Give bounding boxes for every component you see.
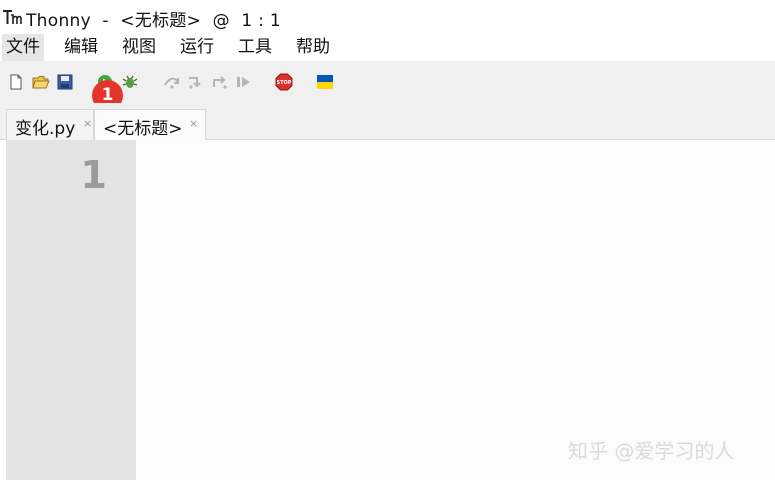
stop-icon-label: STOP	[277, 80, 292, 86]
stop-icon[interactable]: STOP	[275, 73, 293, 91]
menu-bar: 文件 编辑 视图 运行 工具 帮助	[0, 34, 775, 61]
step-over-icon[interactable]	[163, 74, 181, 92]
resume-icon[interactable]	[235, 74, 253, 92]
ukraine-flag-icon[interactable]	[317, 74, 335, 92]
menu-edit[interactable]: 编辑	[60, 34, 102, 61]
title-bar: Thonny - <无标题> @ 1 : 1	[0, 0, 775, 34]
menu-tools[interactable]: 工具	[234, 34, 276, 61]
line-number-gutter: 1	[6, 140, 136, 480]
menu-help[interactable]: 帮助	[292, 34, 334, 61]
close-icon[interactable]: ×	[83, 117, 92, 130]
code-editor[interactable]	[136, 140, 775, 480]
tab-untitled[interactable]: <无标题> ×	[94, 109, 206, 140]
line-number: 1	[80, 153, 107, 197]
menu-run[interactable]: 运行	[176, 34, 218, 61]
menu-file[interactable]: 文件	[2, 34, 44, 61]
window-title: Thonny - <无标题> @ 1 : 1	[26, 11, 281, 31]
open-folder-icon[interactable]	[32, 74, 50, 92]
thonny-logo-icon	[2, 9, 22, 29]
debug-icon[interactable]	[121, 74, 139, 92]
tab-file-label: 变化.py	[15, 119, 76, 139]
close-icon[interactable]: ×	[189, 117, 198, 130]
step-into-icon[interactable]	[187, 74, 205, 92]
step-out-icon[interactable]	[211, 74, 229, 92]
save-icon[interactable]	[57, 74, 75, 92]
editor-tab-bar: 变化.py × <无标题> ×	[0, 103, 775, 140]
tab-file[interactable]: 变化.py ×	[6, 109, 94, 140]
new-file-icon[interactable]	[8, 74, 26, 92]
watermark: 知乎 @爱学习的人	[568, 439, 735, 463]
menu-view[interactable]: 视图	[118, 34, 160, 61]
tab-untitled-label: <无标题>	[103, 119, 183, 139]
